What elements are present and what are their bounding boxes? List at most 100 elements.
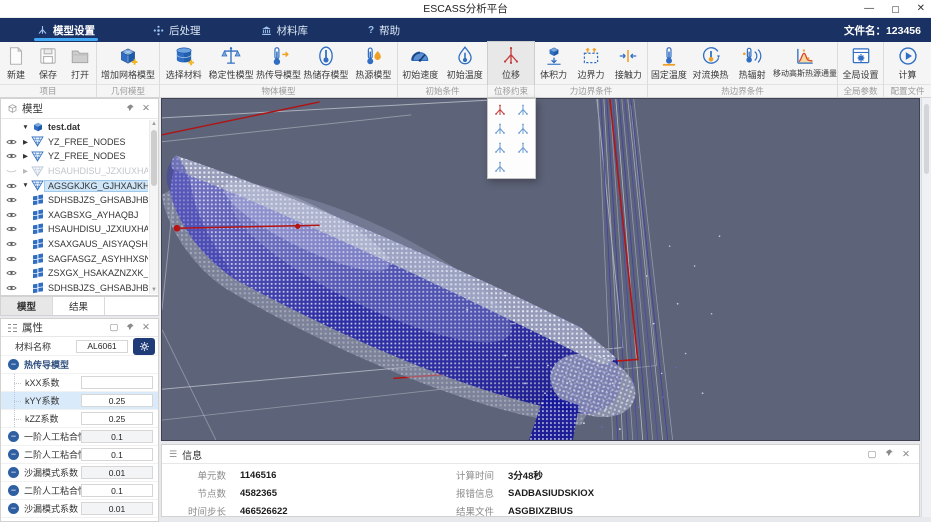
tree-item[interactable]: ZSXGX_HSAKAZNZXK_AMASX bbox=[1, 266, 148, 281]
select-material-button[interactable]: 选择材料 bbox=[160, 42, 207, 84]
expander-icon[interactable]: ▶ bbox=[21, 152, 30, 160]
section-header-row[interactable]: − 热传导模型 bbox=[1, 356, 158, 374]
tripod-red-icon[interactable] bbox=[493, 104, 507, 118]
add-mesh-model-button[interactable]: 增加网格模型 bbox=[97, 42, 159, 84]
close-icon[interactable]: ✕ bbox=[140, 322, 152, 333]
visibility-eye-icon[interactable] bbox=[1, 240, 21, 248]
convection-button[interactable]: 对流换热 bbox=[690, 42, 732, 84]
visibility-eye-icon[interactable] bbox=[1, 152, 21, 160]
heat-source-model-button[interactable]: 热源模型 bbox=[350, 42, 397, 84]
tree-item[interactable]: XAGBSXG_AYHAQBJ bbox=[1, 208, 148, 223]
visibility-eye-icon[interactable] bbox=[1, 138, 21, 146]
scrollbar-thumb[interactable] bbox=[924, 104, 929, 174]
mesh-triangle-icon bbox=[30, 180, 45, 191]
scrollbar-thumb[interactable] bbox=[151, 130, 157, 186]
visibility-eye-icon[interactable] bbox=[1, 284, 21, 292]
expander-icon[interactable]: ▼ bbox=[21, 182, 30, 189]
property-field[interactable]: 0.25 bbox=[81, 412, 153, 425]
save-button[interactable]: 保存 bbox=[32, 42, 64, 84]
tripod-blue-icon[interactable] bbox=[493, 142, 507, 156]
tree-item[interactable]: XSAXGAUS_AISYAQSH_ASHX bbox=[1, 237, 148, 252]
visibility-eye-icon[interactable] bbox=[1, 196, 21, 204]
contact-force-button[interactable]: 接触力 bbox=[610, 42, 647, 84]
property-field[interactable]: 0.1 bbox=[81, 430, 153, 443]
minimize-icon[interactable]: — bbox=[864, 0, 874, 18]
expander-icon[interactable]: ▼ bbox=[21, 124, 30, 131]
scroll-up-icon[interactable]: ▲ bbox=[150, 121, 158, 127]
visibility-eye-icon[interactable] bbox=[1, 255, 21, 263]
tree-item[interactable]: ▶ YZ_FREE_NODES bbox=[1, 149, 148, 164]
tab-help[interactable]: ? 帮助 bbox=[353, 18, 415, 42]
tree-item[interactable]: ▶ HSAUHDISU_JZXIUXHAHX bbox=[1, 164, 148, 179]
visibility-eye-icon[interactable] bbox=[1, 211, 21, 219]
tree-root-item[interactable]: ▼ test.dat bbox=[1, 120, 148, 135]
tree-scrollbar[interactable]: ▲ ▼ bbox=[149, 120, 158, 294]
tree-item[interactable]: SAGFASGZ_ASYHHXSN bbox=[1, 251, 148, 266]
collapse-icon[interactable]: − bbox=[8, 467, 19, 478]
radiation-button[interactable]: 热辐射 bbox=[731, 42, 773, 84]
close-icon[interactable]: ✕ bbox=[140, 103, 152, 114]
tree-item[interactable]: HSAUHDISU_JZXIUXHAHX bbox=[1, 222, 148, 237]
collapse-icon[interactable]: − bbox=[8, 431, 19, 442]
tripod-blue-icon[interactable] bbox=[516, 123, 530, 137]
tab-result[interactable]: 结果 bbox=[53, 297, 105, 315]
property-field[interactable]: 0.1 bbox=[81, 484, 153, 497]
heat-storage-model-button[interactable]: 热储存模型 bbox=[302, 42, 349, 84]
initial-temperature-button[interactable]: 初始温度 bbox=[443, 42, 488, 84]
tripod-blue-icon[interactable] bbox=[516, 104, 530, 118]
property-field[interactable] bbox=[81, 376, 153, 389]
right-scrollbar[interactable] bbox=[921, 98, 931, 517]
property-field[interactable]: 0.1 bbox=[81, 448, 153, 461]
pin-icon[interactable] bbox=[883, 448, 895, 460]
info-label: 节点数 bbox=[174, 486, 226, 500]
collapse-icon[interactable]: − bbox=[8, 503, 19, 514]
compute-button[interactable]: 计算 bbox=[884, 42, 931, 84]
tab-model-setup[interactable]: 模型设置 bbox=[22, 18, 110, 42]
stability-model-button[interactable]: 稳定性模型 bbox=[207, 42, 254, 84]
visibility-eye-icon[interactable] bbox=[1, 269, 21, 277]
property-field[interactable]: 0.25 bbox=[81, 394, 153, 407]
pin-icon[interactable] bbox=[124, 103, 136, 115]
heat-conduction-model-button[interactable]: 热传导模型 bbox=[255, 42, 302, 84]
displacement-button[interactable]: 位移 bbox=[488, 42, 534, 84]
property-field[interactable]: 0.01 bbox=[81, 466, 153, 479]
tab-post-process[interactable]: 后处理 bbox=[138, 18, 216, 42]
visibility-eye-icon[interactable] bbox=[1, 182, 21, 190]
property-field[interactable]: 0.01 bbox=[81, 502, 153, 515]
body-force-button[interactable]: 体积力 bbox=[535, 42, 572, 84]
global-settings-button[interactable]: 全局设置 bbox=[838, 42, 883, 84]
new-button[interactable]: 新建 bbox=[0, 42, 32, 84]
close-icon[interactable]: ✕ bbox=[900, 449, 912, 460]
tree-item-selected[interactable]: ▼ AGSGKJKG_GJHXAJKHXA bbox=[1, 178, 148, 193]
close-icon[interactable]: ✕ bbox=[917, 0, 925, 18]
visibility-eye-closed-icon[interactable] bbox=[1, 167, 21, 175]
maximize-icon[interactable]: ▢ bbox=[891, 0, 900, 18]
scroll-down-icon[interactable]: ▼ bbox=[150, 287, 158, 293]
tripod-blue-icon[interactable] bbox=[493, 161, 507, 175]
collapse-icon[interactable]: − bbox=[8, 449, 19, 460]
expander-icon[interactable]: ▶ bbox=[21, 138, 30, 146]
tab-material-library[interactable]: 材料库 bbox=[246, 18, 324, 42]
collapse-icon[interactable]: − bbox=[8, 359, 19, 370]
tree-item[interactable]: ▶ YZ_FREE_NODES bbox=[1, 135, 148, 150]
visibility-eye-icon[interactable] bbox=[1, 225, 21, 233]
material-name-field[interactable]: AL6061 bbox=[76, 340, 128, 353]
restore-icon[interactable]: ▢ bbox=[108, 322, 120, 333]
material-settings-button[interactable] bbox=[133, 338, 155, 355]
pin-icon[interactable] bbox=[124, 322, 136, 334]
initial-velocity-button[interactable]: 初始速度 bbox=[398, 42, 443, 84]
open-button[interactable]: 打开 bbox=[64, 42, 96, 84]
tripod-blue-icon[interactable] bbox=[493, 123, 507, 137]
tab-model[interactable]: 模型 bbox=[1, 297, 53, 315]
tree-item[interactable]: SDHSBJZS_GHSABJHB_ZAHU bbox=[1, 281, 148, 295]
boundary-force-button[interactable]: 边界力 bbox=[572, 42, 609, 84]
viewport-3d[interactable] bbox=[161, 98, 920, 441]
tree-item[interactable]: SDHSBJZS_GHSABJHB_ZAHU bbox=[1, 193, 148, 208]
tripod-blue-icon[interactable] bbox=[516, 142, 530, 156]
moving-gauss-flux-button[interactable]: 移动高斯热源通量 bbox=[773, 42, 837, 84]
expander-icon[interactable]: ▶ bbox=[21, 167, 30, 175]
fixed-temperature-button[interactable]: 固定温度 bbox=[648, 42, 690, 84]
restore-icon[interactable]: ▢ bbox=[866, 449, 878, 460]
collapse-icon[interactable]: − bbox=[8, 485, 19, 496]
group-body-models: 选择材料 稳定性模型 热传导模型 热储存模型 热源模型 bbox=[160, 42, 398, 97]
